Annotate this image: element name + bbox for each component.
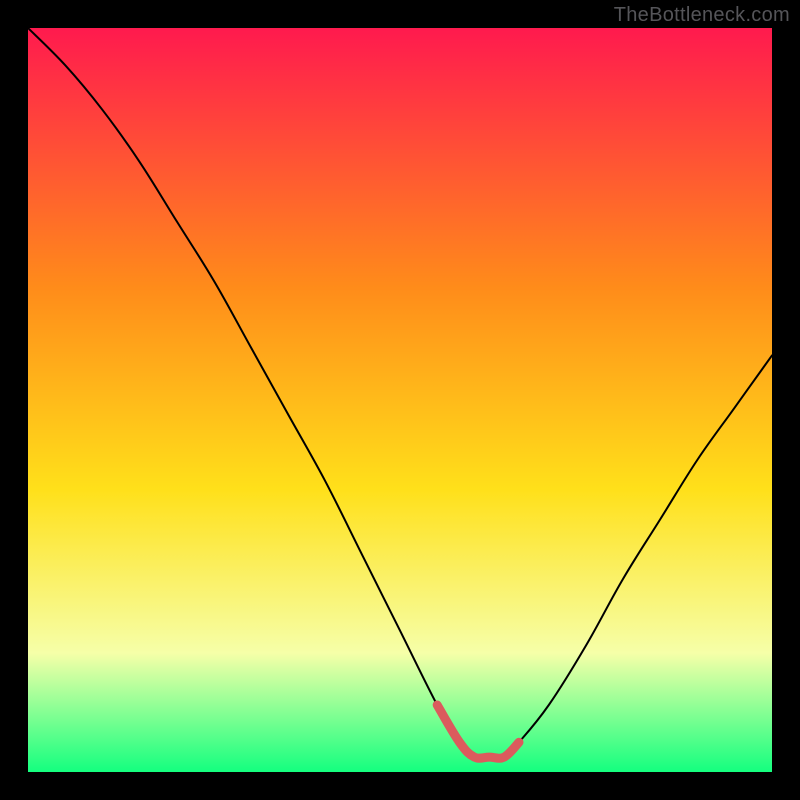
chart-root: TheBottleneck.com [0,0,800,800]
plot-area [28,28,772,772]
gradient-backdrop [28,28,772,772]
attribution-text: TheBottleneck.com [614,4,790,27]
bottleneck-chart [28,28,772,772]
